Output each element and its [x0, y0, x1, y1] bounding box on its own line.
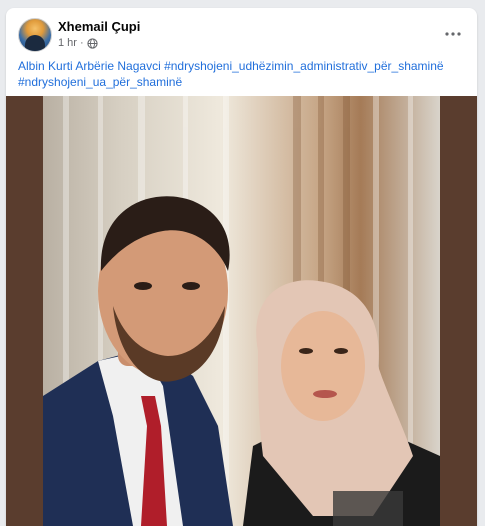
post-header: Xhemail Çupi 1 hr · — [18, 18, 465, 58]
caption-line-2[interactable]: #ndryshojeni_ua_për_shaminë — [18, 74, 467, 90]
photo-illustration — [43, 96, 440, 526]
globe-icon[interactable] — [87, 37, 98, 49]
post-caption: Albin Kurti Arbërie Nagavci #ndryshojeni… — [18, 58, 467, 90]
author-name[interactable]: Xhemail Çupi — [58, 19, 140, 34]
author-avatar[interactable] — [18, 18, 52, 52]
photo-frame — [6, 96, 477, 526]
post-meta: 1 hr · — [58, 37, 98, 49]
post-photo[interactable] — [43, 96, 440, 526]
meta-separator: · — [79, 37, 84, 49]
more-options-icon[interactable] — [441, 24, 465, 44]
post-timestamp[interactable]: 1 hr — [58, 37, 77, 49]
caption-line-1[interactable]: Albin Kurti Arbërie Nagavci #ndryshojeni… — [18, 58, 467, 74]
feed-post: Xhemail Çupi 1 hr · Albin Kurti Arbërie … — [6, 8, 477, 526]
